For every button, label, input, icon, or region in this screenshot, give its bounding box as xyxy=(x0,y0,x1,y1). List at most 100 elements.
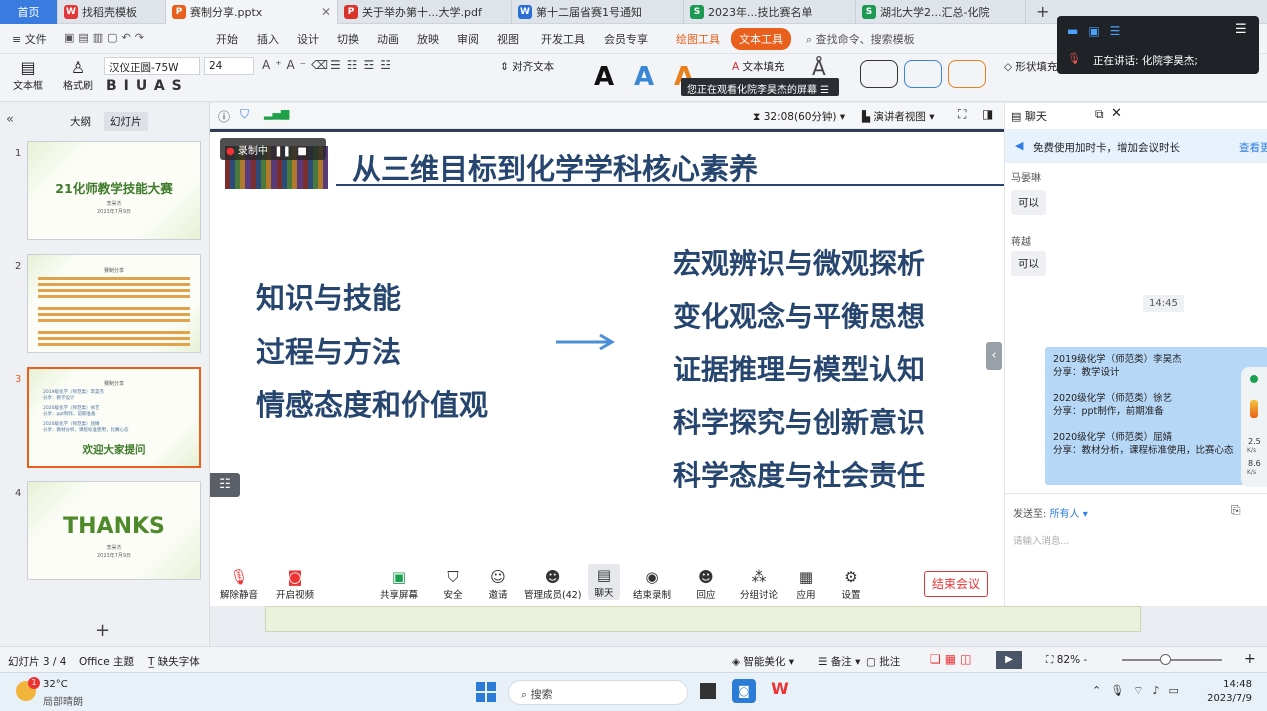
view-mode-icons[interactable]: ❏▦◫ xyxy=(930,652,975,666)
tab-slides[interactable]: 幻灯片 xyxy=(104,112,148,131)
fullscreen-icon[interactable]: ⛶ xyxy=(958,107,966,122)
close-icon[interactable]: ✕ xyxy=(1111,106,1122,121)
tab-outline[interactable]: 大纲 xyxy=(70,114,91,129)
tab-word[interactable]: W 第十二届省赛1号通知 xyxy=(512,0,684,24)
signal-icon[interactable]: ▂▄▆ xyxy=(264,107,289,120)
app-icon-files[interactable] xyxy=(700,683,716,699)
meeting-timer[interactable]: ⧗ 32:08(60分钟) ▾ xyxy=(753,109,845,124)
tab-pdf[interactable]: P 关于举办第十...大学.pdf xyxy=(338,0,512,24)
beautify-button[interactable]: ◈ 智能美化 ▾ xyxy=(732,654,794,669)
tray-icons[interactable]: ⌃🎙⌔♪▭ xyxy=(1092,684,1188,698)
menu-transition[interactable]: 切换 xyxy=(337,31,359,47)
promo-link[interactable]: 查看更 xyxy=(1239,140,1267,155)
invite-button[interactable]: ☺ 邀请 xyxy=(487,567,509,601)
font-size-select[interactable]: 24 xyxy=(204,57,254,75)
shape-fill-button[interactable]: ◇ 形状填充 xyxy=(1004,59,1057,74)
menu-icon[interactable]: ☰ xyxy=(1235,22,1247,37)
end-meeting-button[interactable]: 结束会议 xyxy=(924,571,988,597)
zoom-slider-handle[interactable] xyxy=(1160,654,1171,665)
sidebar-toggle-icon[interactable]: ◨ xyxy=(982,107,993,121)
text-outline-icon[interactable]: Å xyxy=(812,56,826,80)
slide-thumb-3[interactable]: 赛制分享 2019级化学（师范类）李昊杰 分享：教学设计 2020级化学（师范类… xyxy=(27,367,201,468)
collapse-panel-icon[interactable]: « xyxy=(6,112,14,127)
slide-thumb-4[interactable]: THANKS 李昊杰 2023年7月9日 xyxy=(27,481,201,580)
missing-font-button[interactable]: T̲ 缺失字体 xyxy=(148,654,200,669)
zoom-select[interactable]: ⛶ 82% - xyxy=(1046,654,1087,667)
menu-file[interactable]: ≡ 文件 xyxy=(12,31,47,47)
add-slide-button[interactable]: + xyxy=(95,620,110,641)
notes-button[interactable]: ☰ 备注 ▾ xyxy=(818,654,860,669)
settings-button[interactable]: ⚙ 设置 xyxy=(840,567,862,601)
font-select[interactable]: 汉仪正圆-75W xyxy=(104,57,200,75)
textbox-button[interactable]: ▤ 文本框 xyxy=(8,58,48,92)
zoom-in-icon[interactable]: + xyxy=(1244,651,1256,667)
send-to-select[interactable]: 所有人 ▾ xyxy=(1050,509,1088,520)
apps-button[interactable]: ▦ 应用 xyxy=(795,567,817,601)
app-icon-wps[interactable]: W xyxy=(768,679,792,703)
menu-member[interactable]: 会员专享 xyxy=(604,31,648,47)
new-tab-icon[interactable]: + xyxy=(1036,2,1049,21)
shield-icon[interactable]: ⛉ xyxy=(240,107,249,122)
menu-design[interactable]: 设计 xyxy=(297,31,319,47)
quick-access-icons[interactable]: ▣▤▥▢↶↷ xyxy=(64,31,148,44)
close-icon[interactable]: ✕ xyxy=(315,5,331,19)
format-painter-button[interactable]: ♙ 格式刷 xyxy=(58,58,98,92)
presenter-view-select[interactable]: ▙ 演讲者视图 ▾ xyxy=(862,109,935,124)
style-a-blue[interactable]: A xyxy=(634,62,654,92)
tab-sheet-1[interactable]: S 2023年...技比赛名单 xyxy=(684,0,856,24)
menu-slideshow[interactable]: 放映 xyxy=(417,31,439,47)
menu-animation[interactable]: 动画 xyxy=(377,31,399,47)
shape-style-2[interactable] xyxy=(904,60,942,88)
menu-devtools[interactable]: 开发工具 xyxy=(541,31,585,47)
breakout-button[interactable]: ⁂ 分组讨论 xyxy=(740,567,778,601)
tab-docer[interactable]: W 找稻壳模板 xyxy=(58,0,166,24)
menu-review[interactable]: 审阅 xyxy=(457,31,479,47)
menu-start[interactable]: 开始 xyxy=(216,31,238,47)
play-icon[interactable]: ▶ xyxy=(996,651,1022,669)
tab-pptx[interactable]: P 赛制分享.pptx ✕ xyxy=(166,0,338,24)
start-video-button[interactable]: ◙ 开启视频 xyxy=(276,567,314,601)
align-text-button[interactable]: ⇕ 对齐文本 xyxy=(500,59,554,74)
style-a-black[interactable]: A xyxy=(594,62,614,92)
window-controls[interactable]: ▬▣☰ xyxy=(1067,24,1130,38)
font-size-buttons[interactable]: A⁺A⁻⌫ xyxy=(262,58,333,72)
recording-indicator[interactable]: ● 录制中 ❚❚ ■ xyxy=(220,138,326,160)
slide-thumb-2[interactable]: 赛制分享 xyxy=(27,254,201,353)
popout-icon[interactable]: ⧉ xyxy=(1095,107,1104,122)
zoom-slider[interactable] xyxy=(1122,659,1222,661)
menu-view[interactable]: 视图 xyxy=(497,31,519,47)
shape-style-3[interactable] xyxy=(948,60,986,88)
shape-style-1[interactable] xyxy=(860,60,898,88)
reaction-button[interactable]: ☻ 回应 xyxy=(695,567,717,601)
chat-button[interactable]: ▤ 聊天 xyxy=(588,564,620,600)
chat-input[interactable]: 请输入消息... xyxy=(1013,533,1261,593)
tab-home[interactable]: 首页 xyxy=(0,0,58,24)
comments-button[interactable]: ▢ 批注 xyxy=(866,654,900,669)
members-button[interactable]: ☻ 管理成员(42) xyxy=(524,567,582,601)
info-icon[interactable]: ⓘ xyxy=(218,108,230,125)
share-screen-button[interactable]: ▣ 共享屏幕 xyxy=(380,567,418,601)
menu-insert[interactable]: 插入 xyxy=(257,31,279,47)
list-toggle-icon[interactable]: ☷ xyxy=(210,473,240,497)
app-icon-meeting[interactable]: ◙ xyxy=(732,679,756,703)
windows-start-icon[interactable] xyxy=(476,682,496,702)
command-search[interactable]: ⌕ 查找命令、搜索模板 xyxy=(806,31,915,47)
menu-draw-tool[interactable]: 绘图工具 xyxy=(676,31,720,47)
file-icon[interactable]: ⎘ xyxy=(1231,503,1241,518)
tab-sheet-2[interactable]: S 湖北大学2...汇总-化院 xyxy=(856,0,1026,24)
clock-date[interactable]: 2023/7/9 xyxy=(1200,693,1252,704)
clock-time[interactable]: 14:48 xyxy=(1210,679,1252,690)
security-button[interactable]: ⛉ 安全 xyxy=(442,567,464,601)
record-stop-icon: ◉ xyxy=(645,568,659,586)
list-buttons[interactable]: ☰☷☲☳ xyxy=(330,58,397,72)
unmute-button[interactable]: 🎙 解除静音 xyxy=(220,567,258,601)
collapse-chat-icon[interactable]: ‹ xyxy=(986,342,1002,370)
tab-label: 第十二届省赛1号通知 xyxy=(536,6,642,19)
slide-thumb-1[interactable]: 21化师教学技能大赛 李昊杰 2023年7月9日 xyxy=(27,141,201,240)
stop-recording-button[interactable]: ◉ 结束录制 xyxy=(633,567,671,601)
text-fill-button[interactable]: A 文本填充 xyxy=(732,59,785,74)
theme-name[interactable]: Office 主题 xyxy=(79,654,134,669)
text-style-buttons[interactable]: BIUAS xyxy=(106,78,189,94)
menu-text-tool[interactable]: 文本工具 xyxy=(731,28,791,50)
taskbar-search[interactable]: ⌕ 搜索 xyxy=(508,680,688,705)
